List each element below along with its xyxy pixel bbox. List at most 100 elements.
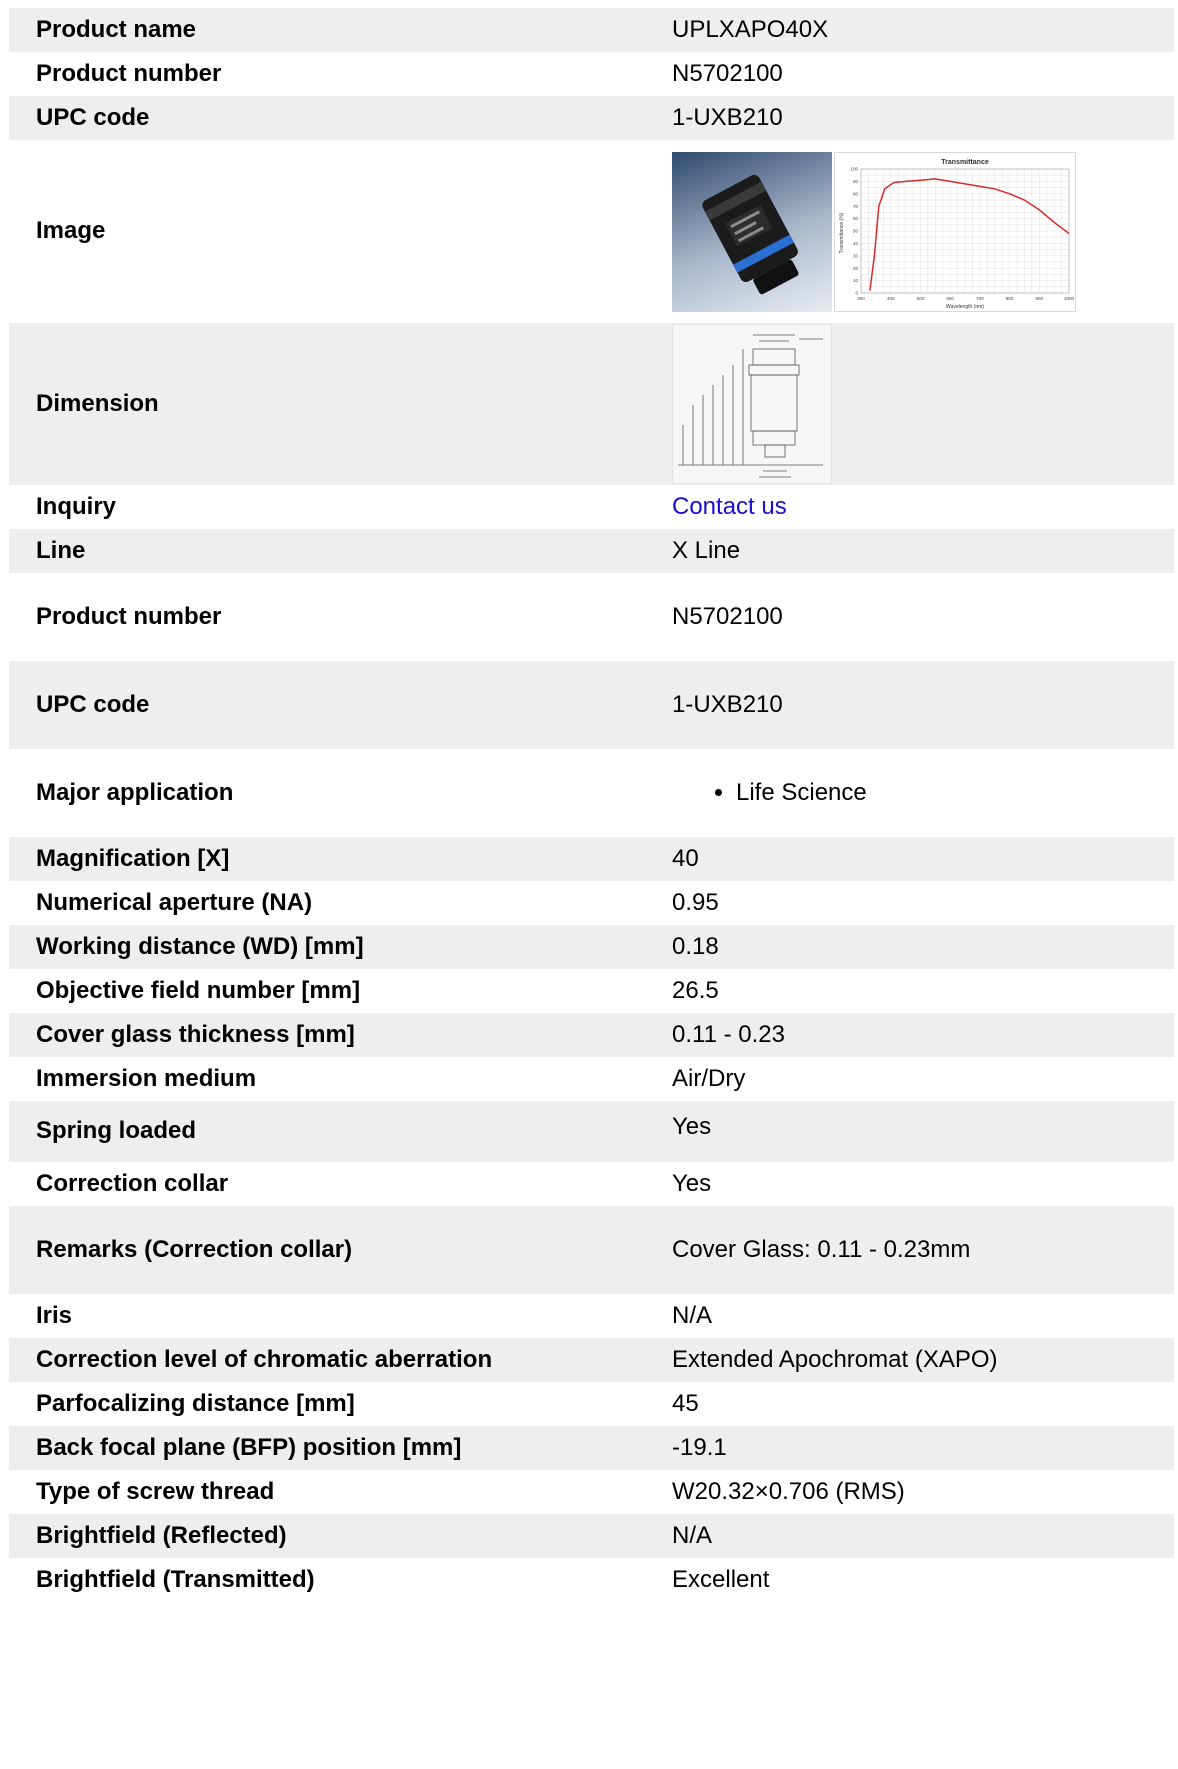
row-label: Product name <box>36 15 197 43</box>
row-label: Type of screw thread <box>36 1477 275 1505</box>
row-label: Spring loaded <box>36 1117 197 1145</box>
row-iris: Iris N/A <box>9 1294 1174 1338</box>
row-label: Cover glass thickness [mm] <box>36 1020 355 1048</box>
chart-xlabel: Wavelength (nm) <box>946 304 984 310</box>
row-product-name: Product name UPLXAPO40X <box>9 8 1174 52</box>
chart-ylabel: Transmittance (%) <box>839 212 845 253</box>
row-product-number: Product number N5702100 <box>9 52 1174 96</box>
x-tick-label: 700 <box>976 296 984 301</box>
row-value: Cover Glass: 0.11 - 0.23mm <box>672 1235 971 1263</box>
x-tick-label: 400 <box>887 296 895 301</box>
x-tick-label: 300 <box>857 296 865 301</box>
transmittance-chart[interactable]: Transmittance Transmittance (%) Waveleng… <box>834 151 1076 312</box>
row-label: Parfocalizing distance [mm] <box>36 1389 355 1417</box>
list-item: Life Science <box>736 779 1174 808</box>
application-list: Life Science <box>672 779 1174 808</box>
y-tick-label: 50 <box>853 228 859 233</box>
row-value: 40 <box>672 844 699 872</box>
row-remarks-correction-collar: Remarks (Correction collar) Cover Glass:… <box>9 1206 1174 1294</box>
y-tick-label: 80 <box>853 191 859 196</box>
row-chromatic-aberration: Correction level of chromatic aberration… <box>9 1338 1174 1382</box>
y-tick-label: 10 <box>853 278 859 283</box>
row-value: Extended Apochromat (XAPO) <box>672 1345 998 1373</box>
dimension-drawing-icon <box>678 334 823 478</box>
row-label: UPC code <box>36 103 150 131</box>
row-spring-loaded: Spring loaded Yes <box>9 1101 1174 1162</box>
chart-ticks: 1009080706050403020100300 400 500 600 700 800… <box>850 166 1074 300</box>
row-parfocalizing-distance: Parfocalizing distance [mm] 45 <box>9 1382 1174 1426</box>
y-tick-label: 20 <box>853 265 859 270</box>
row-cover-glass-thickness: Cover glass thickness [mm] 0.11 - 0.23 <box>9 1013 1174 1057</box>
row-label: Objective field number [mm] <box>36 976 361 1004</box>
row-magnification: Magnification [X] 40 <box>9 837 1174 881</box>
row-dimension: Dimension <box>9 323 1174 485</box>
row-label: Product number <box>36 59 222 87</box>
row-image: Image Transmittance Transmittance (%) Wa… <box>9 140 1174 323</box>
row-value: Life Science <box>672 779 1174 808</box>
row-label: Brightfield (Reflected) <box>36 1521 287 1549</box>
chart-title: Transmittance <box>941 159 989 166</box>
objective-lens-photo[interactable] <box>672 151 832 312</box>
row-value: Air/Dry <box>672 1064 746 1092</box>
row-label: Numerical aperture (NA) <box>36 888 313 916</box>
row-value: N/A <box>672 1301 713 1329</box>
y-tick-label: 100 <box>850 166 858 171</box>
row-value: Transmittance Transmittance (%) Waveleng… <box>672 151 1174 312</box>
x-tick-label: 600 <box>946 296 954 301</box>
row-value: Excellent <box>672 1565 770 1593</box>
row-value: 0.18 <box>672 932 719 960</box>
row-value: 0.95 <box>672 888 719 916</box>
row-label: Brightfield (Transmitted) <box>36 1565 315 1593</box>
row-label: Inquiry <box>36 492 117 520</box>
row-value: Yes <box>672 1113 712 1140</box>
row-value: N5702100 <box>672 59 783 87</box>
row-value: X Line <box>672 536 741 564</box>
row-working-distance: Working distance (WD) [mm] 0.18 <box>9 925 1174 969</box>
image-gallery: Transmittance Transmittance (%) Waveleng… <box>672 151 1174 312</box>
row-label: Image <box>36 217 106 245</box>
spec-table: Product name UPLXAPO40X Product number N… <box>9 8 1174 1602</box>
row-correction-collar: Correction collar Yes <box>9 1162 1174 1206</box>
chart-grid <box>860 168 1070 293</box>
row-label: Product number <box>36 602 222 630</box>
row-value: W20.32×0.706 (RMS) <box>672 1477 905 1505</box>
row-label: Immersion medium <box>36 1064 257 1092</box>
row-value <box>672 324 1174 484</box>
x-tick-label: 900 <box>1036 296 1044 301</box>
row-value: -19.1 <box>672 1433 727 1461</box>
row-label: Correction level of chromatic aberration <box>36 1345 493 1373</box>
transmittance-chart-svg: Transmittance Transmittance (%) Waveleng… <box>839 159 1075 310</box>
row-immersion-medium: Immersion medium Air/Dry <box>9 1057 1174 1101</box>
y-tick-label: 70 <box>853 203 859 208</box>
row-brightfield-transmitted: Brightfield (Transmitted) Excellent <box>9 1558 1174 1602</box>
row-label: Major application <box>36 778 234 806</box>
row-value: Contact us <box>672 493 1174 522</box>
row-label: Magnification [X] <box>36 844 230 872</box>
row-label: Iris <box>36 1301 73 1329</box>
row-value: 1-UXB210 <box>672 103 783 131</box>
x-tick-label: 1000 <box>1064 296 1075 301</box>
row-label: Remarks (Correction collar) <box>36 1235 353 1263</box>
row-numerical-aperture: Numerical aperture (NA) 0.95 <box>9 881 1174 925</box>
y-tick-label: 30 <box>853 253 859 258</box>
row-value: 1-UXB210 <box>672 690 783 718</box>
row-value: 26.5 <box>672 976 719 1004</box>
row-label: Working distance (WD) [mm] <box>36 932 364 960</box>
x-tick-label: 500 <box>917 296 925 301</box>
row-line: Line X Line <box>9 529 1174 573</box>
row-product-number-2: Product number N5702100 <box>9 573 1174 661</box>
row-label: Correction collar <box>36 1169 229 1197</box>
row-back-focal-plane: Back focal plane (BFP) position [mm] -19… <box>9 1426 1174 1470</box>
row-brightfield-reflected: Brightfield (Reflected) N/A <box>9 1514 1174 1558</box>
row-value: 0.11 - 0.23 <box>672 1020 785 1048</box>
row-inquiry: Inquiry Contact us <box>9 485 1174 529</box>
dimension-drawing[interactable] <box>672 324 832 484</box>
row-label: Line <box>36 536 86 564</box>
y-tick-label: 90 <box>853 179 859 184</box>
contact-us-link[interactable]: Contact us <box>672 493 787 520</box>
row-upc-code: UPC code 1-UXB210 <box>9 96 1174 140</box>
y-tick-label: 40 <box>853 241 859 246</box>
row-value: 45 <box>672 1389 699 1417</box>
row-value: N/A <box>672 1521 713 1549</box>
row-screw-thread: Type of screw thread W20.32×0.706 (RMS) <box>9 1470 1174 1514</box>
